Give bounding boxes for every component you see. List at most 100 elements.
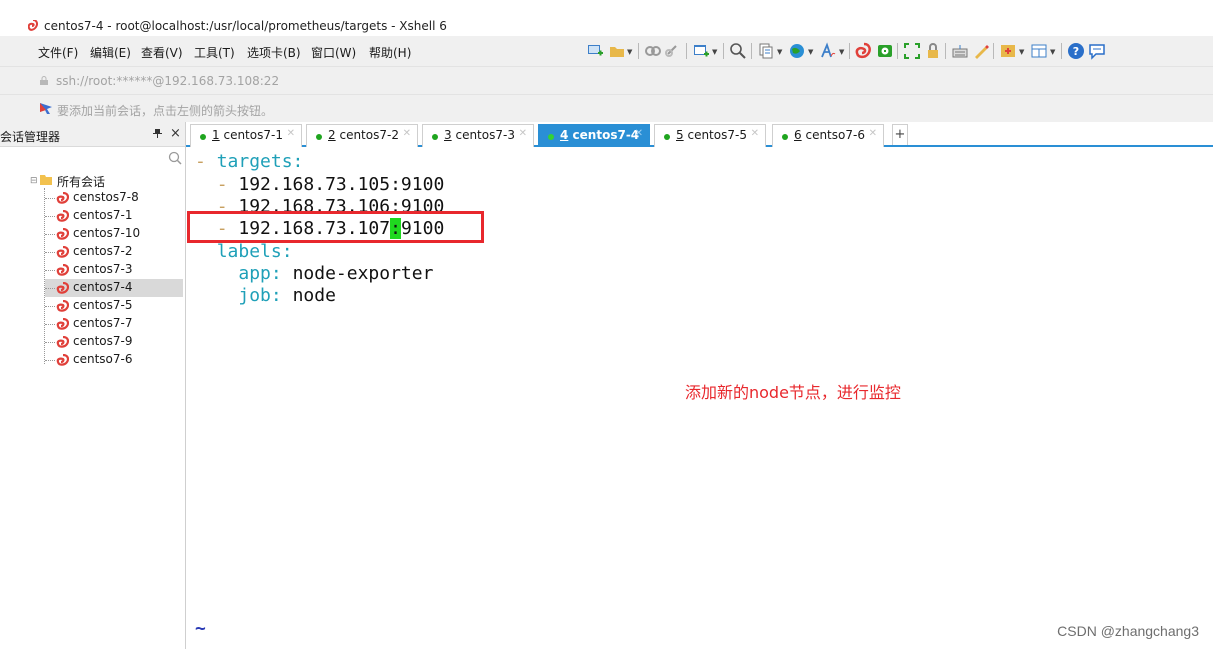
session-label: centos7-2	[73, 244, 133, 258]
menu-window[interactable]: 窗口(W)	[311, 44, 356, 61]
session-icon	[56, 318, 69, 330]
close-tab-icon[interactable]: ✕	[869, 128, 877, 139]
tab-label: 4 centos7-4	[560, 128, 640, 142]
hint-bar: 要添加当前会话，点击左侧的箭头按钮。	[0, 94, 1213, 122]
watermark: CSDN @zhangchang3	[1057, 623, 1199, 639]
close-tab-icon[interactable]: ✕	[287, 128, 295, 139]
terminal-line-1: - targets:	[195, 151, 304, 172]
add-session-arrow-icon[interactable]	[40, 103, 52, 114]
search-icon[interactable]	[729, 42, 747, 60]
fullscreen-icon[interactable]	[903, 42, 921, 60]
tab-centso7-6[interactable]: 6 centso7-6 ✕	[772, 124, 884, 147]
session-item-centos7-5[interactable]: centos7-5	[45, 297, 183, 315]
chevron-down-icon[interactable]: ▼	[808, 48, 813, 56]
close-tab-icon[interactable]: ✕	[519, 128, 527, 139]
chevron-down-icon[interactable]: ▼	[627, 48, 632, 56]
keyboard-icon[interactable]	[951, 42, 969, 60]
tab-label: 2 centos7-2	[328, 128, 399, 142]
tab-strip: 1 centos7-1 ✕ 2 centos7-2 ✕ 3 centos7-3 ✕ 4 ce…	[186, 122, 1213, 147]
tab-label: 5 centos7-5	[676, 128, 747, 142]
session-panel-header: 会话管理器 ×	[0, 122, 185, 147]
menu-tools[interactable]: 工具(T)	[194, 44, 235, 61]
status-dot-icon	[432, 134, 438, 140]
close-tab-icon[interactable]: ✕	[751, 128, 759, 139]
session-item-centos7-7[interactable]: centos7-7	[45, 315, 183, 333]
help-icon[interactable]: ?	[1067, 42, 1085, 60]
chevron-down-icon[interactable]: ▼	[1019, 48, 1024, 56]
session-label: centos7-1	[73, 208, 133, 222]
collapse-icon[interactable]: ⊟	[30, 176, 38, 186]
session-icon	[56, 246, 69, 258]
terminal-line-2: - 192.168.73.105:9100	[216, 174, 445, 195]
toolbar: ▼ ▼ ▼ ▼ ▼ ▼ ▼ ?	[586, 40, 1191, 62]
address-bar[interactable]: ssh://root:******@192.168.73.108:22	[0, 66, 1213, 94]
session-icon	[56, 282, 69, 294]
session-icon	[56, 210, 69, 222]
xshell-logo-icon[interactable]	[855, 42, 873, 60]
chevron-down-icon[interactable]: ▼	[1050, 48, 1055, 56]
annotation-text: 添加新的node节点，进行监控	[685, 383, 901, 402]
menu-view[interactable]: 查看(V)	[141, 44, 183, 61]
tab-label: 1 centos7-1	[212, 128, 283, 142]
window-title: centos7-4 - root@localhost:/usr/local/pr…	[44, 19, 447, 33]
new-session-icon[interactable]	[586, 42, 604, 60]
session-label: censtos7-8	[73, 190, 139, 204]
session-label: centos7-10	[73, 226, 141, 240]
tab-new-icon[interactable]	[999, 42, 1017, 60]
tab-centos7-2[interactable]: 2 centos7-2 ✕	[306, 124, 418, 147]
compose-icon[interactable]	[972, 42, 990, 60]
disconnect-icon[interactable]	[644, 42, 662, 60]
new-window-icon[interactable]	[692, 42, 710, 60]
session-item-centos7-1[interactable]: centos7-1	[45, 207, 183, 225]
terminal-line-6: app: node-exporter	[238, 263, 434, 284]
pin-icon[interactable]	[153, 128, 162, 141]
status-dot-icon	[316, 134, 322, 140]
search-icon[interactable]	[168, 151, 182, 165]
open-folder-icon[interactable]	[608, 42, 626, 60]
chevron-down-icon[interactable]: ▼	[777, 48, 782, 56]
layout-icon[interactable]	[1030, 42, 1048, 60]
tab-label: 3 centos7-3	[444, 128, 515, 142]
session-item-centos7-3[interactable]: centos7-3	[45, 261, 183, 279]
session-item-centos7-4[interactable]: centos7-4	[45, 279, 183, 297]
session-item-centos7-2[interactable]: centos7-2	[45, 243, 183, 261]
menu-file[interactable]: 文件(F)	[38, 44, 78, 61]
font-icon[interactable]	[819, 42, 837, 60]
lock-icon[interactable]	[924, 42, 942, 60]
menu-help[interactable]: 帮助(H)	[369, 44, 411, 61]
terminal-pane[interactable]: - targets: - 192.168.73.105:9100 - 192.1…	[187, 148, 1213, 649]
tab-centos7-1[interactable]: 1 centos7-1 ✕	[190, 124, 302, 147]
add-tab-button[interactable]: +	[892, 124, 908, 145]
tab-centos7-3[interactable]: 3 centos7-3 ✕	[422, 124, 534, 147]
status-dot-icon	[664, 134, 670, 140]
globe-icon[interactable]	[788, 42, 806, 60]
copy-icon[interactable]	[757, 42, 775, 60]
session-item-censtos7-8[interactable]: censtos7-8	[45, 189, 183, 207]
menu-edit[interactable]: 编辑(E)	[90, 44, 131, 61]
close-icon[interactable]: ×	[170, 126, 181, 141]
xftp-icon[interactable]	[876, 42, 894, 60]
tab-label: 6 centso7-6	[794, 128, 865, 142]
highlight-box	[187, 211, 484, 243]
folder-icon	[40, 175, 52, 185]
session-item-centos7-10[interactable]: centos7-10	[45, 225, 183, 243]
terminal-line-7: job: node	[238, 285, 336, 306]
session-label: centso7-6	[73, 352, 133, 366]
session-icon	[56, 264, 69, 276]
close-tab-icon[interactable]: ✕	[403, 128, 411, 139]
tree-root-label[interactable]: 所有会话	[57, 173, 105, 190]
session-icon	[56, 228, 69, 240]
session-item-centos7-9[interactable]: centos7-9	[45, 333, 183, 351]
chevron-down-icon[interactable]: ▼	[712, 48, 717, 56]
tab-centos7-5[interactable]: 5 centos7-5 ✕	[654, 124, 766, 147]
address-text[interactable]: ssh://root:******@192.168.73.108:22	[56, 74, 279, 88]
lock-icon	[40, 76, 48, 85]
chat-icon[interactable]	[1088, 42, 1106, 60]
session-icon	[56, 300, 69, 312]
tab-centos7-4[interactable]: 4 centos7-4 ✕	[538, 124, 650, 147]
close-tab-icon[interactable]: ✕	[635, 128, 643, 139]
session-item-centso7-6[interactable]: centso7-6	[45, 351, 183, 369]
reconnect-icon[interactable]	[664, 42, 682, 60]
menu-tabs[interactable]: 选项卡(B)	[247, 44, 301, 61]
chevron-down-icon[interactable]: ▼	[839, 48, 844, 56]
